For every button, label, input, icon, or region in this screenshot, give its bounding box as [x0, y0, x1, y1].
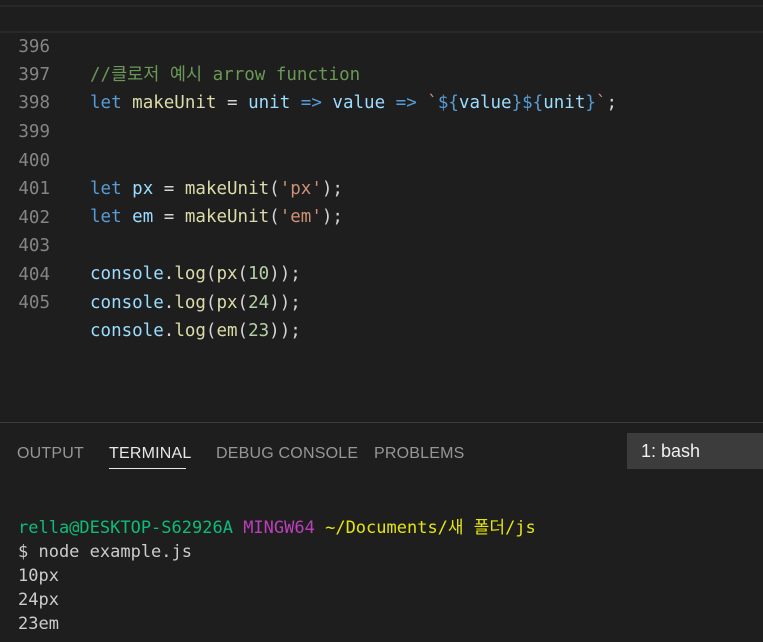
function-call: px: [216, 293, 238, 313]
dot: .: [163, 293, 175, 313]
method: log: [174, 293, 206, 313]
paren: (: [205, 293, 217, 313]
tab-debug-console[interactable]: DEBUG CONSOLE: [216, 442, 358, 466]
prompt-env: MINGW64: [243, 518, 315, 538]
terminal-output-line: 24px: [18, 590, 59, 610]
code-line[interactable]: 400 let px = makeUnit('px');: [0, 119, 763, 199]
code-line[interactable]: 401 let em = makeUnit('em');: [0, 147, 763, 227]
code-text: console.log(px(24));: [90, 289, 301, 317]
method: log: [174, 321, 206, 341]
paren: ));: [269, 321, 301, 341]
object: console: [90, 321, 164, 341]
function-call: em: [216, 321, 238, 341]
active-tab-indicator: [109, 468, 186, 469]
terminal-command: $ node example.js: [18, 542, 192, 562]
paren: ));: [269, 293, 301, 313]
code-line[interactable]: 398: [0, 61, 763, 113]
number: 24: [248, 293, 270, 313]
bottom-panel: OUTPUT TERMINAL DEBUG CONSOLE PROBLEMS 1…: [0, 423, 763, 642]
code-text: console.log(em(23));: [90, 317, 301, 345]
dot: .: [163, 321, 175, 341]
tab-problems[interactable]: PROBLEMS: [374, 442, 465, 466]
code-line[interactable]: 403 console.log(px(10));: [0, 204, 763, 284]
prompt-path: ~/Documents/새 폴더/js: [325, 518, 536, 538]
code-line[interactable]: 404 console.log(px(24));: [0, 233, 763, 313]
terminal-output-line: 10px: [18, 566, 59, 586]
code-line[interactable]: 399: [0, 90, 763, 142]
tab-terminal[interactable]: TERMINAL: [109, 442, 192, 466]
code-line[interactable]: 402: [0, 176, 763, 228]
object: console: [90, 293, 164, 313]
paren: (: [237, 293, 249, 313]
prompt-user: rella@DESKTOP-S62926A: [18, 518, 233, 538]
terminal-prompt-line: rella@DESKTOP-S62926A MINGW64 ~/Document…: [18, 516, 536, 540]
code-line[interactable]: 396 //클로저 예시 arrow function: [0, 5, 763, 85]
paren: (: [237, 321, 249, 341]
terminal-output-line: 23em: [18, 614, 59, 634]
code-line[interactable]: 397 let makeUnit = unit => value => `${v…: [0, 33, 763, 113]
code-editor[interactable]: 396 //클로저 예시 arrow function 397 let make…: [0, 0, 763, 422]
code-line[interactable]: 405 console.log(em(23));: [0, 261, 763, 341]
line-number: 405: [18, 293, 50, 313]
number: 23: [248, 321, 270, 341]
tab-output[interactable]: OUTPUT: [17, 442, 84, 466]
terminal-selector-dropdown[interactable]: 1: bash: [627, 433, 763, 469]
paren: (: [205, 321, 217, 341]
